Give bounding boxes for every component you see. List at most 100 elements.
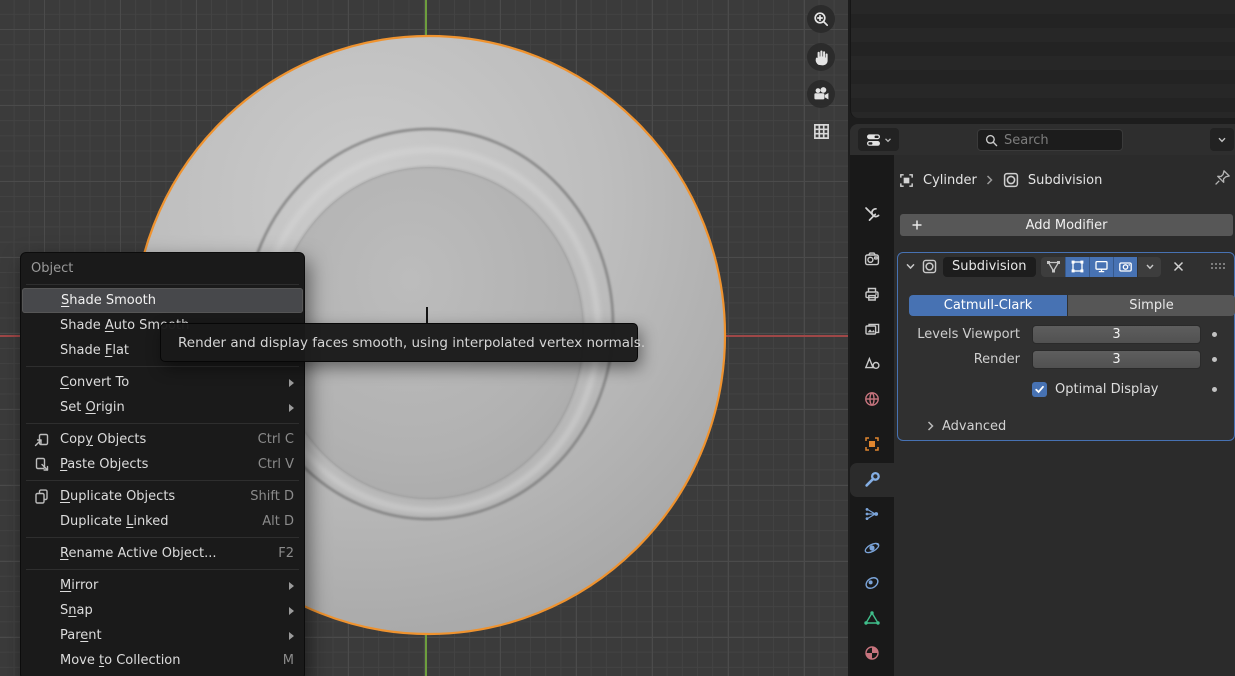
context-menu-title: Object xyxy=(21,257,304,281)
zoom-magnifier-icon xyxy=(812,10,831,29)
search-placeholder: Search xyxy=(1004,133,1049,148)
tab-constraints[interactable] xyxy=(850,566,894,600)
toggle-realtime-display[interactable] xyxy=(1089,257,1113,277)
tab-tool[interactable] xyxy=(850,198,894,232)
menu-item-parent[interactable]: Parent xyxy=(21,623,304,648)
decorator-dot[interactable] xyxy=(1212,357,1217,362)
menu-item-duplicate-linked[interactable]: Duplicate Linked Alt D xyxy=(21,509,304,534)
menu-item-move-to-collection[interactable]: Move to Collection M xyxy=(21,648,304,673)
camera-view-icon xyxy=(811,84,831,104)
edit-mode-icon xyxy=(1070,259,1085,274)
toggle-on-cage[interactable] xyxy=(1041,257,1065,277)
on-cage-icon xyxy=(1046,259,1061,274)
tooltip-text: Render and display faces smooth, using i… xyxy=(178,335,645,351)
breadcrumb-object[interactable]: Cylinder xyxy=(923,173,977,188)
tab-scene[interactable] xyxy=(850,347,894,381)
tab-object-data[interactable] xyxy=(850,601,894,635)
tab-material[interactable] xyxy=(850,636,894,670)
search-icon xyxy=(985,134,998,147)
duplicate-icon xyxy=(33,488,50,505)
grid-gizmo-button[interactable] xyxy=(807,117,835,145)
breadcrumb: Cylinder Subdivision xyxy=(898,168,1102,192)
optimal-display-row: Optimal Display xyxy=(898,381,1235,397)
editor-type-button[interactable] xyxy=(858,128,899,151)
toggle-render-display[interactable] xyxy=(1113,257,1137,277)
modifier-breadcrumb-icon xyxy=(1002,171,1020,189)
outliner-panel[interactable] xyxy=(850,0,1235,118)
properties-search-field[interactable]: Search xyxy=(977,129,1123,151)
menu-item-convert-to[interactable]: Convert To xyxy=(21,370,304,395)
tab-physics[interactable] xyxy=(850,531,894,565)
zoom-gizmo-button[interactable] xyxy=(807,5,835,33)
breadcrumb-modifier[interactable]: Subdivision xyxy=(1028,173,1103,188)
pan-hand-icon xyxy=(812,48,831,67)
render-icon xyxy=(863,250,881,268)
levels-viewport-field[interactable]: 3 xyxy=(1032,325,1201,344)
object-icon xyxy=(863,435,881,453)
render-row: Render 3 xyxy=(898,350,1235,369)
drag-grip-icon[interactable] xyxy=(1211,263,1227,271)
copy-icon xyxy=(33,431,50,448)
tab-modifiers[interactable] xyxy=(850,463,894,497)
chevron-right-icon xyxy=(926,420,935,432)
tab-particles[interactable] xyxy=(850,497,894,531)
menu-item-paste-objects[interactable]: Paste Objects Ctrl V xyxy=(21,452,304,477)
constraints-icon xyxy=(863,574,881,592)
particles-icon xyxy=(863,505,881,523)
3d-viewport[interactable]: Object Shade Smooth Shade Auto Smooth Sh… xyxy=(0,0,848,676)
menu-item-set-origin[interactable]: Set Origin xyxy=(21,395,304,420)
object-data-icon xyxy=(863,609,881,627)
chevron-down-icon xyxy=(884,136,892,144)
menu-item-shade-smooth[interactable]: Shade Smooth xyxy=(22,288,303,313)
expand-chevron-icon[interactable] xyxy=(905,262,916,271)
tool-icon xyxy=(863,206,881,224)
header-options-button[interactable] xyxy=(1210,128,1234,151)
pin-id-button[interactable] xyxy=(1213,168,1232,187)
pan-gizmo-button[interactable] xyxy=(807,43,835,71)
modifier-close-button[interactable] xyxy=(1172,260,1185,273)
menu-separator xyxy=(26,366,299,367)
modifier-extras-button[interactable] xyxy=(1137,257,1161,277)
menu-separator xyxy=(26,569,299,570)
tab-output[interactable] xyxy=(850,277,894,311)
material-icon xyxy=(863,644,881,662)
modifier-panel-header: Subdivision xyxy=(898,253,1234,280)
catmull-clark-button[interactable]: Catmull-Clark xyxy=(909,295,1067,316)
chevron-down-icon xyxy=(1145,263,1155,271)
menu-item-rename-active-object[interactable]: Rename Active Object... F2 xyxy=(21,541,304,566)
tab-render[interactable] xyxy=(850,242,894,276)
menu-separator xyxy=(26,423,299,424)
tab-view-layer[interactable] xyxy=(850,312,894,346)
submenu-arrow-icon xyxy=(289,632,294,640)
viewport-display-icon xyxy=(1094,259,1109,274)
properties-header: Search xyxy=(850,124,1235,155)
modifier-name-field[interactable]: Subdivision xyxy=(943,257,1036,277)
simple-button[interactable]: Simple xyxy=(1068,295,1235,316)
advanced-section-toggle[interactable]: Advanced xyxy=(926,415,1006,437)
submenu-arrow-icon xyxy=(289,379,294,387)
render-label: Render xyxy=(898,352,1020,367)
camera-gizmo-button[interactable] xyxy=(807,80,835,108)
optimal-display-checkbox[interactable] xyxy=(1032,382,1047,397)
tab-world[interactable] xyxy=(850,382,894,416)
menu-separator xyxy=(26,284,299,285)
toggle-edit-mode-display[interactable] xyxy=(1065,257,1089,277)
shade-smooth-tooltip: Render and display faces smooth, using i… xyxy=(160,323,638,362)
menu-item-copy-objects[interactable]: Copy Objects Ctrl C xyxy=(21,427,304,452)
modifiers-wrench-icon xyxy=(863,471,881,489)
decorator-dot[interactable] xyxy=(1212,332,1217,337)
physics-icon xyxy=(863,539,881,557)
menu-item-snap[interactable]: Snap xyxy=(21,598,304,623)
menu-item-mirror[interactable]: Mirror xyxy=(21,573,304,598)
menu-item-duplicate-objects[interactable]: Duplicate Objects Shift D xyxy=(21,484,304,509)
properties-editor: Search xyxy=(850,124,1235,676)
check-icon xyxy=(1034,384,1045,395)
render-field[interactable]: 3 xyxy=(1032,350,1201,369)
tab-object[interactable] xyxy=(850,427,894,461)
pin-icon xyxy=(1213,168,1232,187)
add-modifier-button[interactable]: Add Modifier xyxy=(900,214,1233,236)
decorator-dot[interactable] xyxy=(1212,387,1217,392)
grid-toggle-icon xyxy=(811,121,832,142)
object-context-menu: Object Shade Smooth Shade Auto Smooth Sh… xyxy=(20,252,305,676)
modifier-display-toggles xyxy=(1041,257,1161,277)
